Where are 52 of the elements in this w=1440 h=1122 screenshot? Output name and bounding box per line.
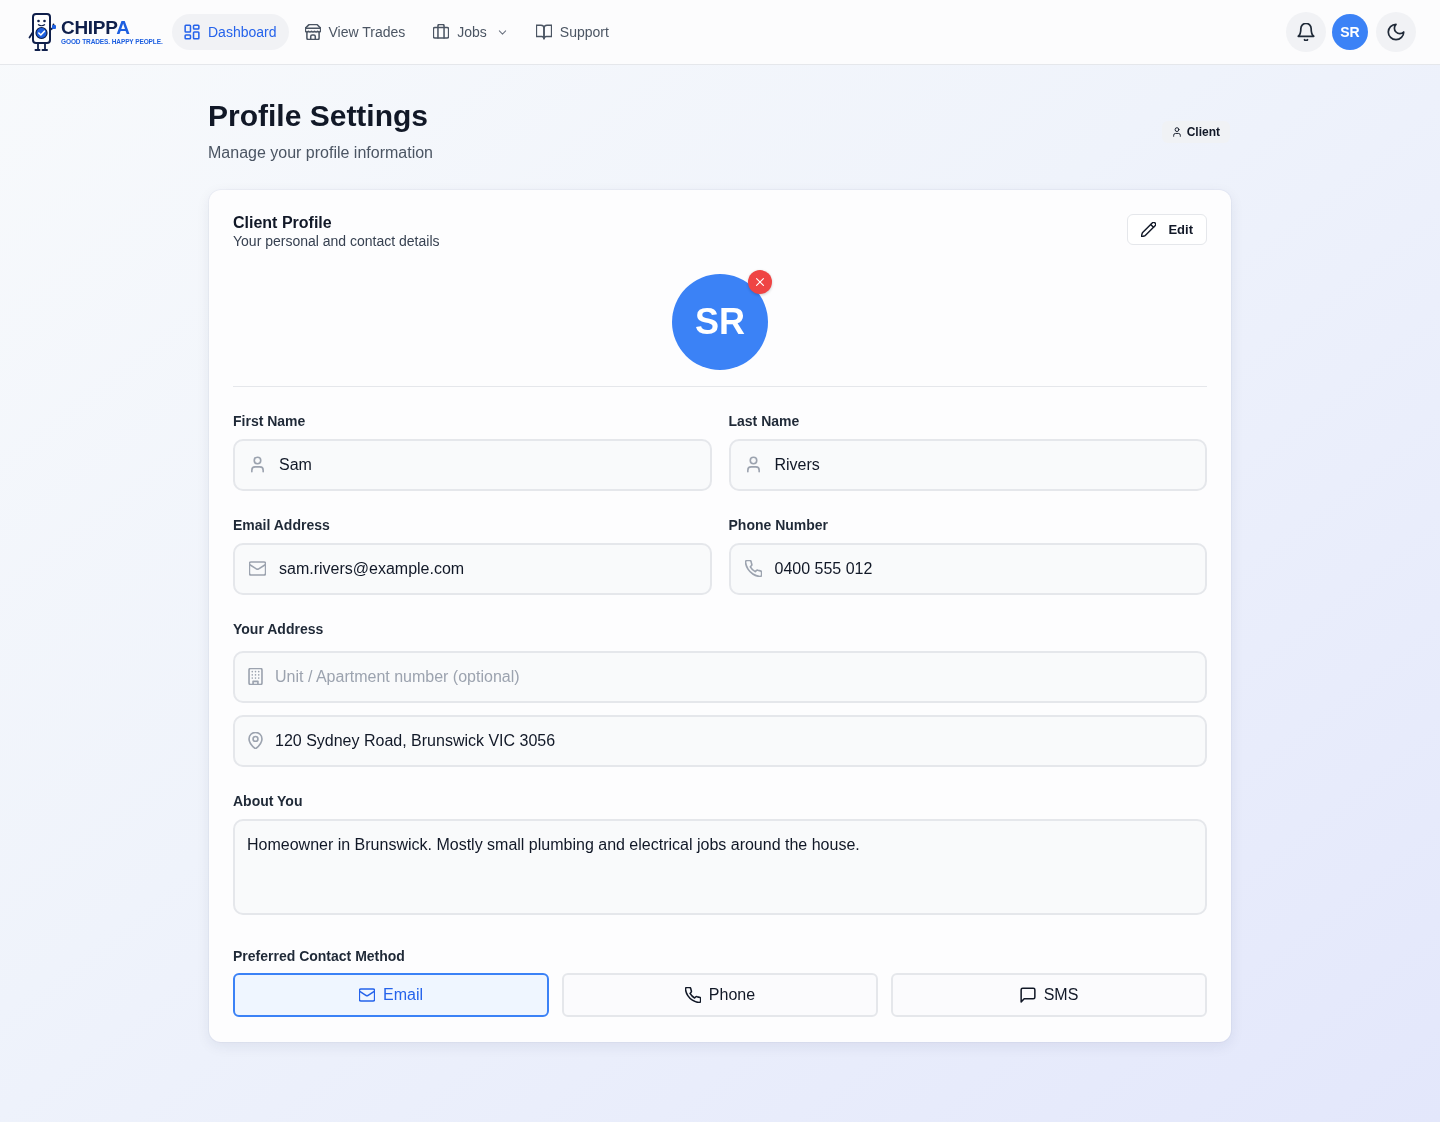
mail-icon (249, 560, 266, 577)
pencil-icon (1141, 222, 1157, 237)
phone-icon (744, 560, 762, 577)
first-name-field[interactable]: Sam (233, 439, 712, 491)
user-icon (744, 456, 762, 473)
user-avatar[interactable]: SR (1332, 14, 1368, 50)
role-label: Client (1186, 124, 1220, 139)
remove-photo-button[interactable] (748, 270, 772, 294)
edit-button[interactable]: Edit (1127, 214, 1207, 245)
phone-field[interactable]: 0400 555 012 (728, 543, 1207, 595)
contact-option[interactable]: SMS (891, 973, 1207, 1017)
contact-option[interactable]: Email (233, 973, 549, 1017)
briefcase-icon (433, 24, 450, 40)
building-icon (247, 668, 264, 685)
field-label: About You (233, 792, 304, 811)
unit-field[interactable]: Unit / Apartment number (optional) (233, 651, 1207, 703)
card-title: Client Profile (233, 214, 333, 232)
close-icon (754, 276, 766, 288)
nav-tab[interactable]: Support (523, 14, 621, 50)
profile-avatar: SR (672, 274, 768, 370)
theme-toggle-button[interactable] (1376, 12, 1416, 52)
notifications-button[interactable] (1286, 12, 1326, 52)
nav-tab[interactable]: Jobs (421, 14, 520, 50)
store-icon (304, 24, 321, 40)
logo-wordmark: CHIPPA (61, 18, 130, 38)
field-label: Preferred Contact Method (233, 947, 406, 966)
bell-icon (1297, 23, 1315, 41)
phone-mascot-icon (28, 12, 58, 52)
book-icon (535, 24, 552, 40)
phone-icon (684, 987, 701, 1003)
user-icon (1171, 126, 1182, 137)
field-label: Your Address (233, 620, 325, 639)
moon-icon (1387, 23, 1405, 41)
nav-tab[interactable]: Dashboard (172, 14, 289, 50)
map-pin-icon (247, 732, 264, 749)
street-address-field[interactable]: 120 Sydney Road, Brunswick VIC 3056 (233, 715, 1207, 767)
dashboard-icon (184, 24, 200, 40)
field-label: Email Address (233, 516, 331, 535)
field-label: Phone Number (728, 516, 830, 535)
page-subtitle: Manage your profile information (208, 143, 433, 163)
email-field[interactable]: sam.rivers@example.com (233, 543, 712, 595)
about-textarea[interactable]: Homeowner in Brunswick. Mostly small plumbing and electrical jobs around the house. (233, 819, 1207, 915)
mail-icon (359, 987, 375, 1003)
last-name-field[interactable]: Rivers (728, 439, 1207, 491)
contact-option[interactable]: Phone (562, 973, 878, 1017)
message-icon (1019, 987, 1036, 1003)
nav-tab[interactable]: View Trades (292, 14, 418, 50)
page-title: Profile Settings (208, 98, 430, 134)
field-label: Last Name (728, 412, 801, 431)
field-label: First Name (233, 412, 307, 431)
user-icon (249, 456, 266, 473)
card-subtitle: Your personal and contact details (233, 232, 440, 250)
